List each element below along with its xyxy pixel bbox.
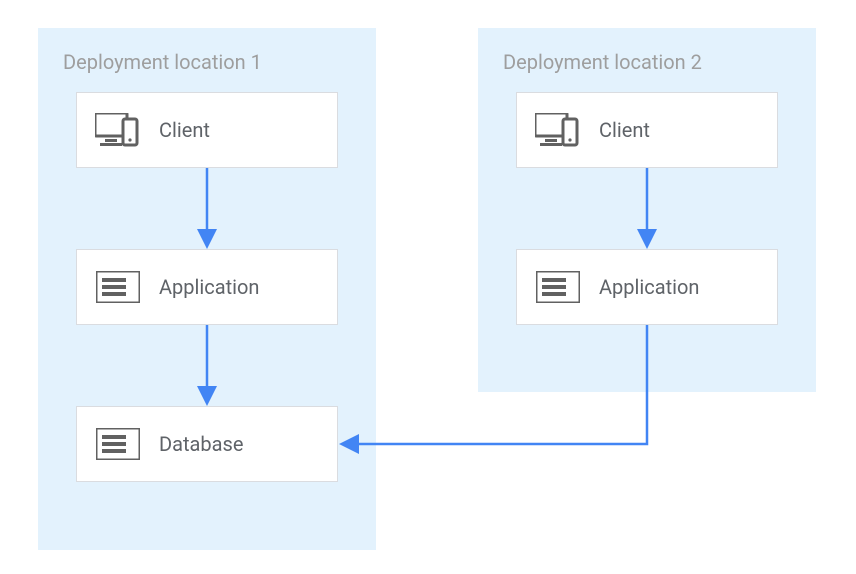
server-icon [95,421,141,467]
node-database-1: Database [76,406,338,482]
client-icon [535,107,581,153]
node-application-2: Application [516,249,778,325]
node-client-1: Client [76,92,338,168]
server-icon [95,264,141,310]
node-label: Client [599,118,650,142]
node-label: Client [159,118,210,142]
node-application-1: Application [76,249,338,325]
node-label: Database [159,432,243,456]
region-title-1: Deployment location 1 [63,50,262,74]
node-label: Application [599,275,699,299]
deployment-location-2: Deployment location 2 [478,28,816,392]
server-icon [535,264,581,310]
node-client-2: Client [516,92,778,168]
region-title-2: Deployment location 2 [503,50,702,74]
node-label: Application [159,275,259,299]
client-icon [95,107,141,153]
